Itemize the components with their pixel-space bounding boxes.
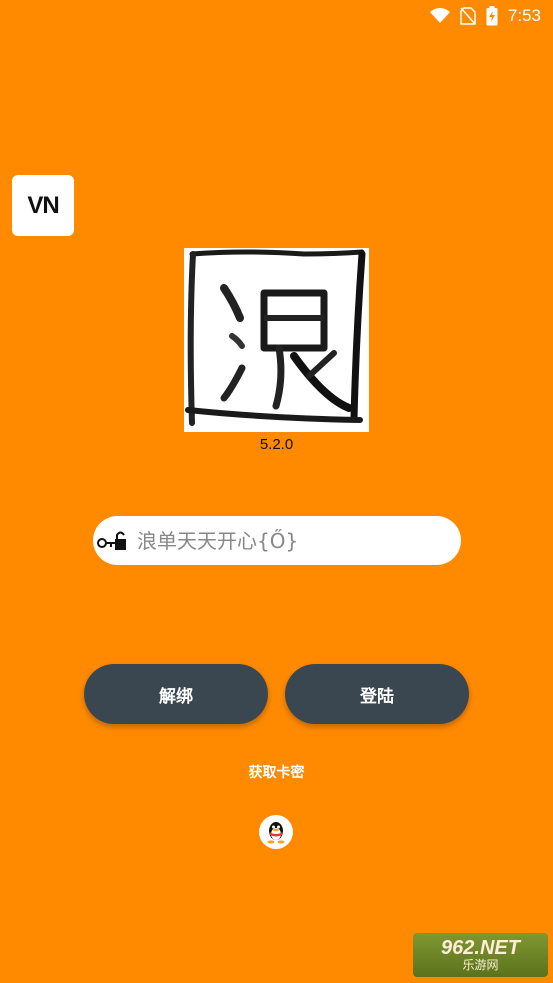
get-card-link[interactable]: 获取卡密: [0, 762, 553, 782]
watermark-top: 962.NET: [441, 937, 520, 959]
qq-penguin-icon[interactable]: [259, 815, 293, 849]
brush-character-image: [184, 248, 369, 432]
site-watermark: 962.NET 乐游网: [413, 933, 548, 977]
app-version: 5.2.0: [259, 436, 294, 453]
card-key-input[interactable]: [137, 528, 437, 553]
login-button[interactable]: 登陆: [285, 664, 469, 724]
status-bar: 7:53: [0, 0, 553, 32]
wifi-icon: [429, 8, 450, 23]
watermark-bottom: 乐游网: [462, 958, 499, 972]
battery-charging-icon: [486, 6, 498, 26]
vn-app-logo: VN: [12, 175, 74, 236]
key-lock-icon: [95, 526, 129, 556]
no-sim-icon: [460, 7, 476, 25]
card-key-field[interactable]: [93, 516, 461, 565]
unbind-button[interactable]: 解绑: [84, 664, 268, 724]
clock-time: 7:53: [507, 6, 541, 25]
